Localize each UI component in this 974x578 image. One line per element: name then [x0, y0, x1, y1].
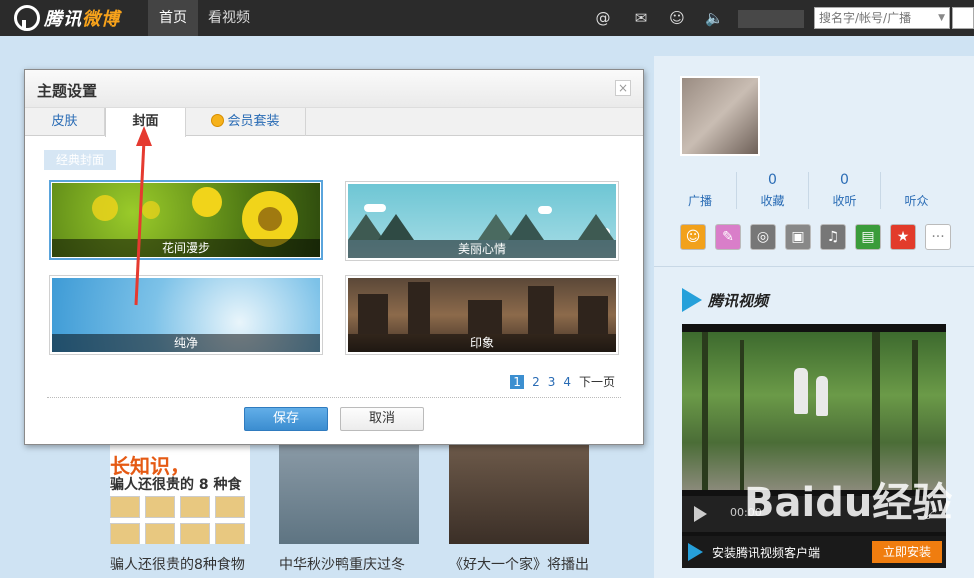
theme-preview: 花间漫步: [52, 183, 320, 257]
stat-following[interactable]: 0 收听: [808, 172, 880, 209]
search-box: ▼: [814, 7, 950, 29]
theme-beautiful-mood[interactable]: 美丽心情: [345, 181, 619, 261]
close-icon[interactable]: ×: [615, 80, 631, 96]
logo-mark-icon: [14, 5, 40, 31]
volume-icon[interactable]: 🔈: [705, 9, 724, 27]
video-player: 00:00 ⤢ 安装腾讯视频客户端 立即安装: [682, 324, 946, 568]
video-person: [794, 368, 808, 414]
video-person: [816, 376, 828, 416]
theme-caption: 花间漫步: [52, 239, 320, 257]
tree-trunk: [912, 340, 918, 490]
cancel-button[interactable]: 取消: [340, 407, 424, 431]
divider: [654, 266, 974, 267]
page-3[interactable]: 3: [548, 375, 556, 389]
news-card-family[interactable]: [449, 444, 589, 544]
section-classic-covers[interactable]: 经典封面: [44, 150, 116, 170]
video-client-promo: 安装腾讯视频客户端 立即安装: [682, 536, 946, 568]
nav-home[interactable]: 首页: [148, 0, 198, 36]
tencent-weibo-logo[interactable]: 腾讯微博: [14, 4, 120, 32]
theme-settings-dialog: 主题设置 × 皮肤 封面 会员套装 经典封面 花间漫步 美丽心情 纯净 印象 1…: [24, 69, 644, 445]
play-icon[interactable]: [694, 506, 707, 522]
more-app-icon[interactable]: ···: [925, 224, 951, 250]
theme-impression[interactable]: 印象: [345, 275, 619, 355]
top-bar: 腾讯微博 首页 看视频 @ ✉ ☺ 🔈 ▼: [0, 0, 974, 36]
pagination: 1 2 3 4 下一页: [510, 373, 615, 390]
search-input[interactable]: [815, 8, 927, 28]
tree-trunk: [702, 332, 708, 490]
next-page[interactable]: 下一页: [579, 373, 615, 390]
app-icon-row: ☺ ✎ ◎ ▣ ♫ ▤ ★ ···: [680, 224, 960, 250]
stat-followers[interactable]: 听众: [880, 172, 952, 209]
tencent-video-logo[interactable]: 腾讯视频: [682, 288, 768, 312]
tencent-video-brand: 腾讯视频: [708, 291, 769, 310]
page-4[interactable]: 4: [563, 375, 571, 389]
theme-pure[interactable]: 纯净: [49, 275, 323, 355]
install-now-button[interactable]: 立即安装: [872, 541, 942, 563]
dropdown-arrow-icon[interactable]: ▼: [938, 13, 945, 23]
badge-app-icon[interactable]: ☺: [680, 224, 706, 250]
news-title-duck[interactable]: 中华秋沙鸭重庆过冬: [279, 554, 405, 574]
install-client-text: 安装腾讯视频客户端: [712, 546, 821, 560]
star-app-icon[interactable]: ★: [890, 224, 916, 250]
play-logo-icon: [682, 288, 702, 312]
news-title-family[interactable]: 《好大一个家》将播出: [449, 554, 589, 574]
stat-favorites[interactable]: 0 收藏: [736, 172, 808, 209]
dialog-divider: [47, 397, 621, 398]
vip-icon: [211, 114, 225, 127]
stat-broadcast[interactable]: 广播: [664, 172, 736, 209]
food-image-grid: [110, 496, 245, 544]
theme-preview: 美丽心情: [348, 184, 616, 258]
save-button[interactable]: 保存: [244, 407, 328, 431]
tab-vip-bundle[interactable]: 会员套装: [186, 108, 306, 136]
dialog-header[interactable]: 主题设置 ×: [25, 70, 643, 108]
profile-stats: 广播 0 收藏 0 收听 听众: [664, 172, 964, 209]
tab-skin[interactable]: 皮肤: [25, 108, 105, 136]
at-icon[interactable]: @: [594, 9, 612, 27]
theme-caption: 纯净: [52, 334, 320, 352]
baidu-watermark: Baidu经验: [744, 480, 953, 526]
news-card-duck[interactable]: [279, 444, 419, 544]
write-app-icon[interactable]: ✎: [715, 224, 741, 250]
dialog-title: 主题设置: [37, 82, 98, 100]
avatar[interactable]: [680, 76, 760, 156]
music-app-icon[interactable]: ♫: [820, 224, 846, 250]
search-button[interactable]: [952, 7, 974, 29]
tree-trunk: [872, 332, 880, 490]
tencent-video-icon: [688, 543, 703, 561]
news-title-food[interactable]: 骗人还很贵的8种食物: [110, 554, 245, 574]
mail-icon[interactable]: ✉: [632, 9, 650, 27]
page-2[interactable]: 2: [532, 375, 540, 389]
news-card-food[interactable]: 长知识， 骗人还很贵的 8 种食物: [110, 444, 250, 544]
user-icon[interactable]: ☺: [668, 9, 686, 27]
dialog-tabs: 皮肤 封面 会员套装: [25, 108, 643, 137]
board-app-icon[interactable]: ▤: [855, 224, 881, 250]
theme-caption: 美丽心情: [348, 240, 616, 258]
chat-app-icon[interactable]: ▣: [785, 224, 811, 250]
blurred-username[interactable]: [738, 10, 804, 28]
theme-caption: 印象: [348, 334, 616, 352]
tab-cover[interactable]: 封面: [105, 108, 186, 137]
logo-text: 腾讯微博: [44, 9, 120, 30]
theme-flower-walk[interactable]: 花间漫步: [49, 180, 323, 260]
nav-watch-video[interactable]: 看视频: [198, 0, 260, 36]
theme-preview: 印象: [348, 278, 616, 352]
theme-preview: 纯净: [52, 278, 320, 352]
tree-trunk: [740, 340, 744, 490]
page-1[interactable]: 1: [510, 374, 525, 389]
video-frame[interactable]: [682, 332, 946, 490]
swirl-app-icon[interactable]: ◎: [750, 224, 776, 250]
